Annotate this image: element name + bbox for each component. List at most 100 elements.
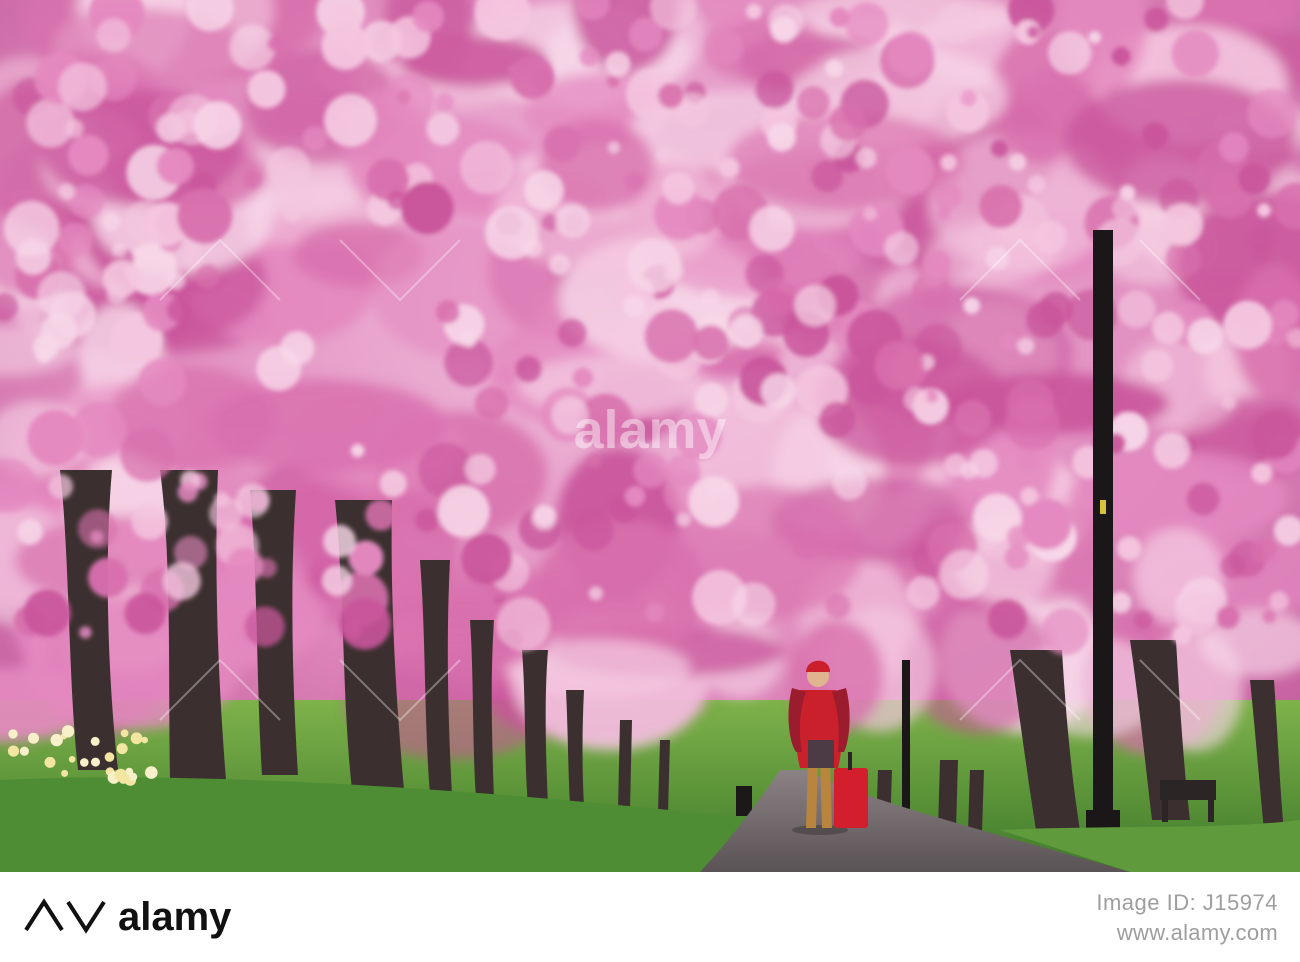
blossom-flower — [1165, 241, 1201, 278]
daffodil-flower — [104, 752, 115, 762]
blossom-flower — [1238, 162, 1270, 195]
blossom-flower — [658, 83, 684, 109]
cherry-blossom-photo: alamy — [0, 0, 1300, 872]
blossom-flower — [166, 297, 192, 323]
blossom-flower — [415, 508, 439, 532]
blossom-flower — [1112, 196, 1137, 222]
blossom-flower — [1047, 31, 1092, 75]
blossom-flower — [749, 206, 795, 252]
daffodil-flower — [19, 746, 29, 756]
blossom-flower — [26, 99, 75, 148]
blossom-flower — [1247, 88, 1297, 139]
bollard — [736, 786, 752, 816]
daffodil-flower — [116, 743, 128, 755]
cherry-blossom-avenue-scene — [0, 0, 1300, 872]
blossom-flower — [1038, 291, 1074, 327]
alamy-url-link[interactable]: www.alamy.com — [1117, 920, 1278, 946]
blossom-flower — [934, 182, 962, 210]
blossom-flower — [242, 169, 262, 189]
blossom-flower — [156, 147, 194, 185]
blossom-flower — [1111, 46, 1131, 66]
blossom-flower — [645, 603, 665, 622]
blossom-flower — [551, 396, 589, 434]
blossom-flower — [963, 297, 981, 314]
small-lamp-post — [902, 660, 910, 830]
blossom-flower — [607, 141, 621, 154]
blossom-flower — [1216, 605, 1240, 629]
blossom-flower — [903, 387, 929, 413]
blossom-flower — [731, 582, 776, 627]
blossom-flower — [1004, 545, 1029, 570]
blossom-flower — [844, 2, 889, 46]
blossom-flower — [17, 519, 43, 545]
blossom-flower — [79, 626, 92, 639]
blossom-flower — [379, 470, 407, 498]
blossom-flower — [267, 36, 283, 52]
blossom-flower — [496, 597, 551, 652]
blossom-flower — [177, 481, 198, 503]
blossom-flower — [796, 86, 830, 120]
blossom-flower — [832, 465, 867, 501]
daffodil-flower — [44, 756, 56, 768]
blossom-flower — [58, 183, 75, 200]
blossom-flower — [1171, 29, 1220, 78]
blossom-flower — [792, 533, 819, 560]
blossom-flower — [256, 346, 302, 391]
blossom-flower — [694, 382, 729, 417]
blossom-flower — [936, 3, 977, 44]
trunk-left-10 — [658, 740, 670, 812]
blossom-flower — [1223, 300, 1272, 350]
blossom-flower — [627, 238, 682, 293]
daffodil-flower — [61, 769, 69, 777]
trunk-left-9 — [618, 720, 632, 810]
daffodil-flower — [8, 729, 18, 739]
blossom-flower — [426, 112, 460, 146]
blossom-flower — [729, 314, 763, 349]
blossom-flower — [58, 62, 107, 112]
image-id-label: Image ID: J15974 — [1096, 890, 1278, 915]
blossom-flower — [48, 474, 73, 499]
blossom-flower — [1270, 299, 1299, 329]
blossom-flower — [350, 443, 365, 458]
blossom-flower — [1033, 220, 1067, 254]
blossom-flower — [760, 373, 796, 409]
blossom-flower — [101, 212, 121, 232]
blossom-flower — [544, 126, 581, 163]
blossom-flower — [624, 485, 646, 507]
blossom-flower — [922, 261, 947, 287]
blossom-flower — [396, 89, 411, 104]
blossom-flower — [27, 409, 84, 466]
blossom-flower — [633, 452, 669, 489]
blossom-flower — [484, 206, 539, 260]
trunk-right-4 — [968, 770, 984, 832]
blossom-flower — [401, 181, 454, 235]
blossom-flower — [888, 31, 935, 78]
blossom-flower — [460, 533, 512, 585]
blossom-flower — [294, 193, 313, 211]
blossom-flower — [1269, 591, 1289, 611]
blossom-flower — [3, 200, 60, 257]
blossom-flower — [1142, 122, 1169, 149]
blossom-flower — [1116, 536, 1142, 561]
blossom-flower — [960, 461, 978, 480]
blossom-flower — [338, 597, 391, 650]
blossom-flower — [177, 188, 233, 244]
blossom-flower — [1152, 311, 1185, 344]
blossom-flower — [700, 288, 721, 309]
blossom-flower — [138, 358, 187, 407]
blossom-flower — [90, 530, 104, 544]
blossom-flower — [229, 24, 275, 71]
blossom-flower — [587, 453, 602, 469]
blossom-flower — [1220, 553, 1246, 579]
blossom-flower — [324, 5, 362, 43]
blossom-flower — [32, 333, 60, 360]
blossom-flower — [387, 190, 407, 210]
blossom-flower — [674, 412, 722, 460]
blossom-flower — [719, 157, 740, 178]
blossom-flower — [940, 154, 957, 171]
blossom-flower — [437, 485, 490, 538]
blossom-flower — [1186, 482, 1220, 516]
blossom-flower — [628, 17, 663, 52]
blossom-flower — [460, 141, 514, 195]
blossom-flower — [1257, 203, 1271, 218]
